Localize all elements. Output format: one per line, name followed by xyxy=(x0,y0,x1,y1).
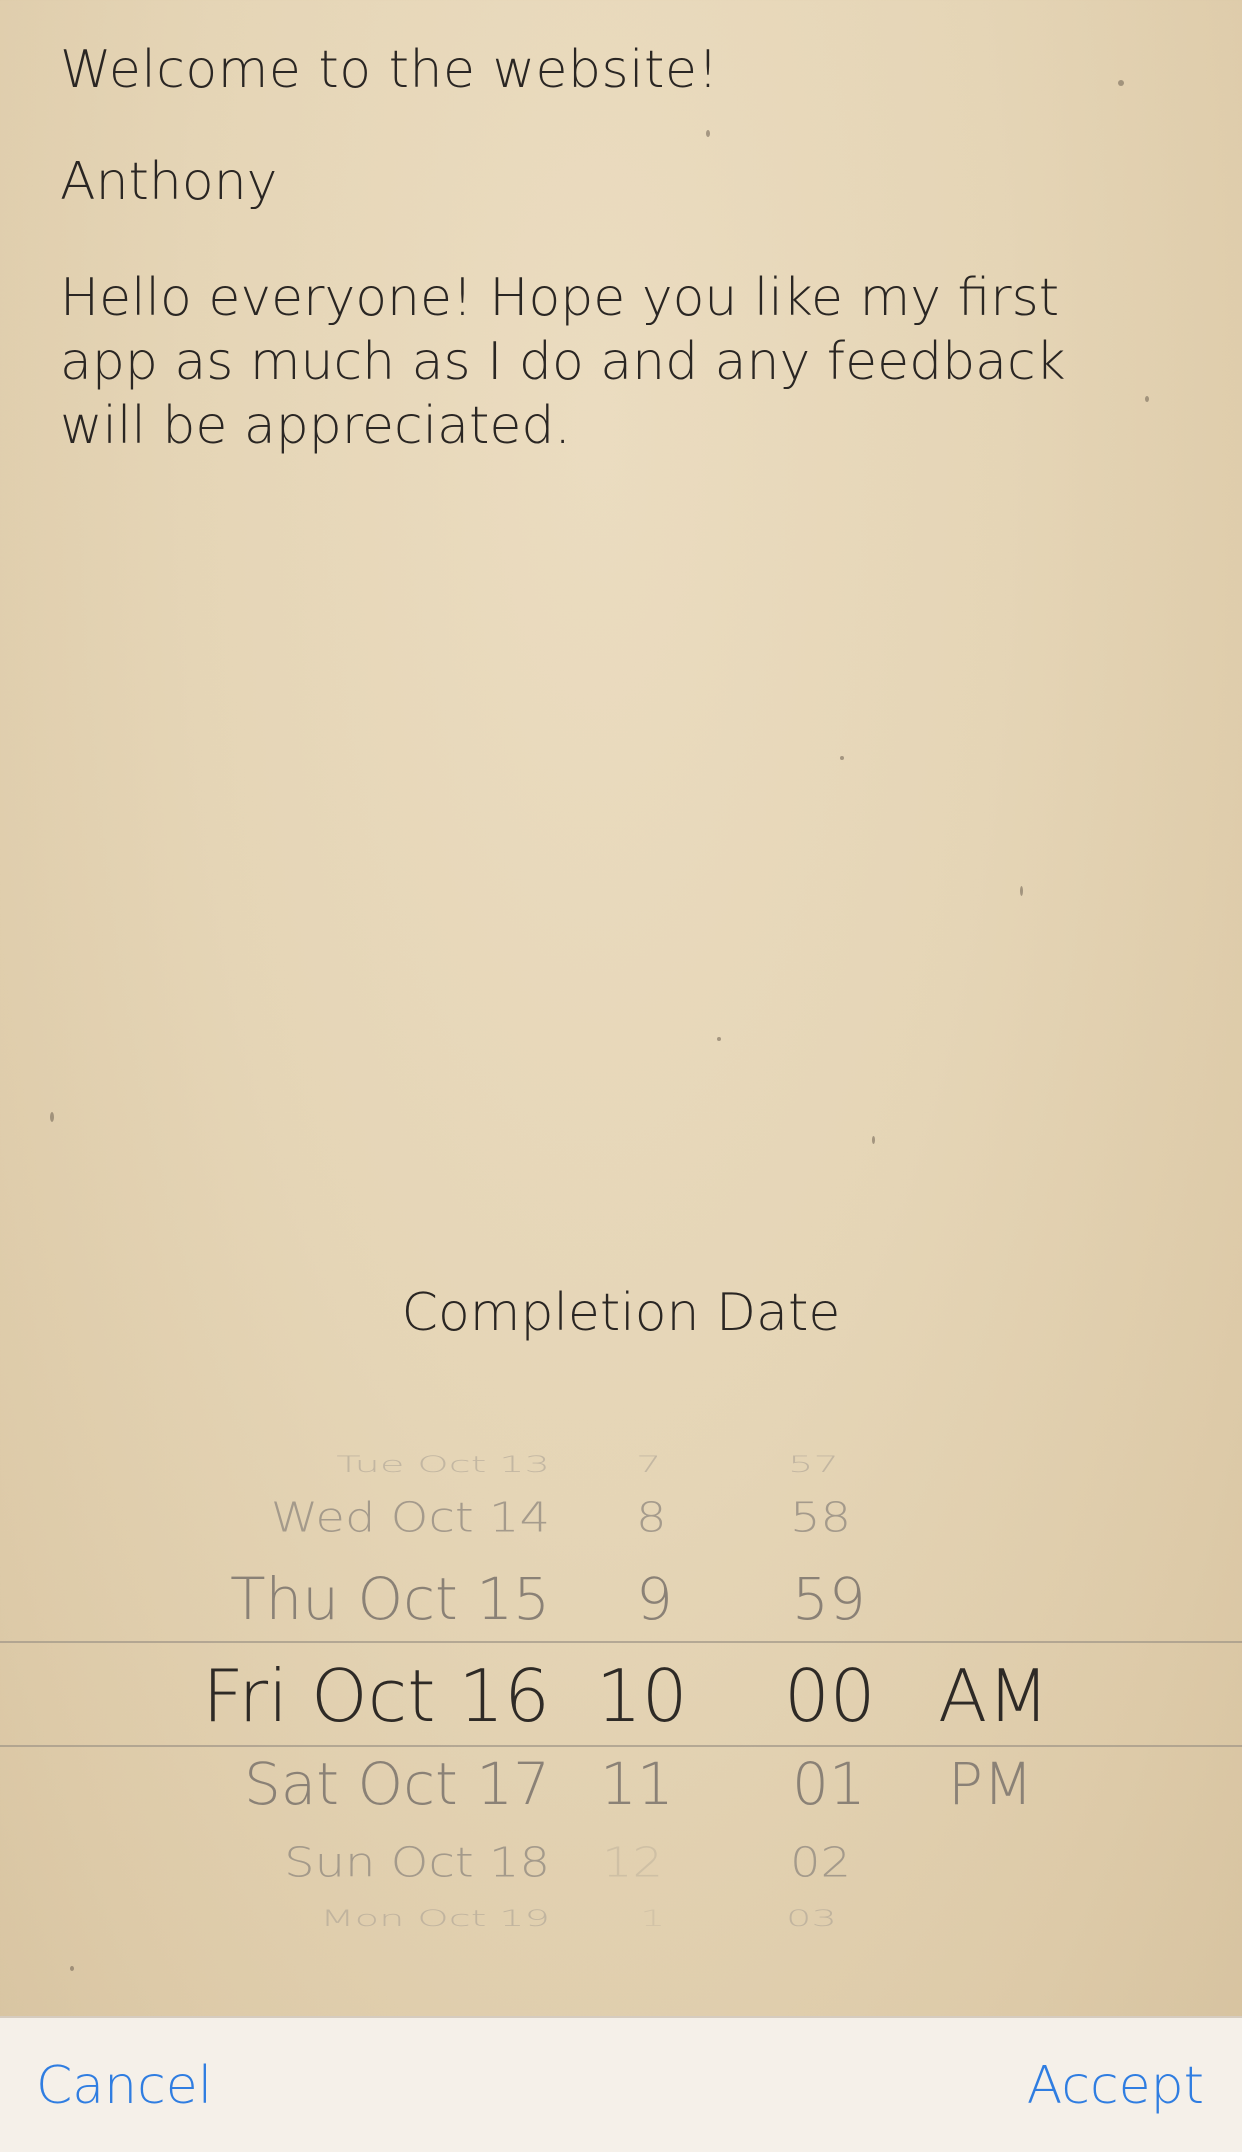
paper-speck xyxy=(872,1136,875,1144)
date-option[interactable]: Mon Oct 19 xyxy=(320,1906,550,1931)
minute-option[interactable]: 58 xyxy=(790,1494,851,1542)
date-option[interactable]: Sat Oct 17 xyxy=(244,1750,550,1818)
ampm-option[interactable]: PM xyxy=(948,1750,1033,1818)
action-bar: Cancel Accept xyxy=(0,2016,1242,2152)
date-option[interactable]: Wed Oct 14 xyxy=(271,1494,550,1542)
ampm-option-selected[interactable]: AM xyxy=(938,1654,1049,1738)
paper-speck xyxy=(50,1112,54,1122)
date-option[interactable]: Tue Oct 13 xyxy=(336,1452,550,1477)
cancel-button[interactable]: Cancel xyxy=(36,2054,212,2118)
note-author[interactable]: Anthony xyxy=(60,142,1180,222)
minute-option-selected[interactable]: 00 xyxy=(784,1654,876,1738)
note-body[interactable]: Hello everyone! Hope you like my first a… xyxy=(60,266,1160,458)
hour-option-selected[interactable]: 10 xyxy=(596,1654,688,1738)
hour-option[interactable]: 12 xyxy=(602,1839,663,1887)
date-option-selected[interactable]: Fri Oct 16 xyxy=(202,1654,550,1738)
completion-date-title: Completion Date xyxy=(401,1283,841,1343)
paper-speck xyxy=(840,756,844,760)
paper-speck xyxy=(717,1037,721,1041)
selection-line-top xyxy=(0,1641,1242,1643)
minute-option[interactable]: 02 xyxy=(790,1839,851,1887)
hour-option[interactable]: 1 xyxy=(640,1906,665,1931)
date-option[interactable]: Thu Oct 15 xyxy=(230,1565,550,1633)
minute-option[interactable]: 57 xyxy=(788,1452,839,1477)
accept-button[interactable]: Accept xyxy=(1027,2054,1204,2118)
hour-option[interactable]: 7 xyxy=(636,1452,661,1477)
date-time-picker[interactable]: Tue Oct 13 Wed Oct 14 Thu Oct 15 Fri Oct… xyxy=(0,1410,1242,1970)
minute-option[interactable]: 01 xyxy=(792,1750,866,1818)
hour-option[interactable]: 9 xyxy=(636,1565,673,1633)
date-option[interactable]: Sun Oct 18 xyxy=(284,1839,550,1887)
hour-option[interactable]: 11 xyxy=(600,1750,674,1818)
minute-option[interactable]: 59 xyxy=(792,1565,866,1633)
hour-option[interactable]: 8 xyxy=(636,1494,667,1542)
minute-option[interactable]: 03 xyxy=(786,1906,837,1931)
note-title[interactable]: Welcome to the website! xyxy=(60,30,1180,110)
note-content: Welcome to the website! Anthony Hello ev… xyxy=(60,30,1180,458)
paper-speck xyxy=(1020,886,1023,896)
selection-line-bottom xyxy=(0,1745,1242,1747)
